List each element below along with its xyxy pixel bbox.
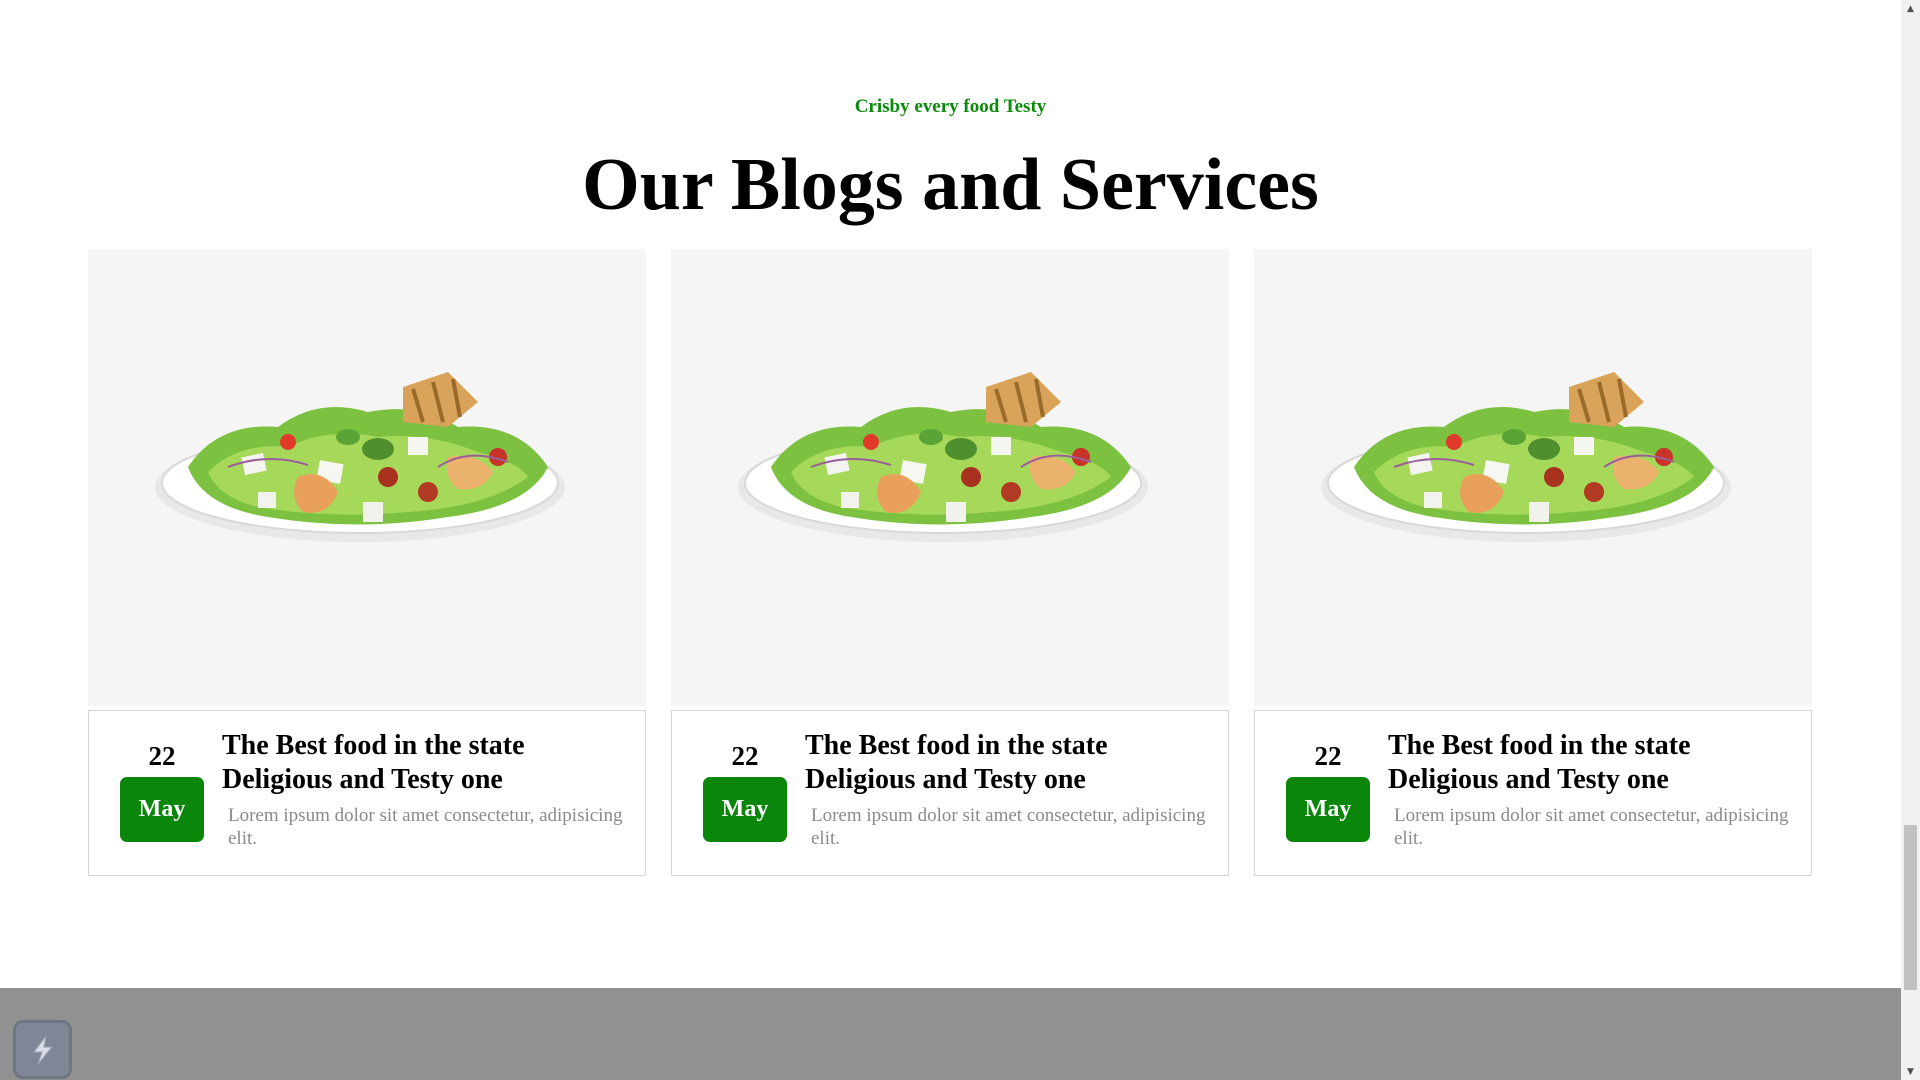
blog-cards: 22 May The Best food in the state Deligi… bbox=[88, 249, 1813, 876]
blog-card-title-line2: Deligious and Testy one bbox=[222, 764, 503, 795]
scroll-thumb[interactable] bbox=[1904, 825, 1917, 990]
blog-card-title-line2: Deligious and Testy one bbox=[805, 764, 1086, 795]
section-title: Our Blogs and Services bbox=[582, 144, 1319, 226]
blog-card-image[interactable] bbox=[88, 249, 646, 706]
floating-widget-button[interactable] bbox=[13, 1020, 72, 1079]
blog-card-title-line1: The Best food in the state bbox=[222, 730, 525, 761]
date-month-badge: May bbox=[703, 777, 787, 842]
blog-card-title[interactable]: The Best food in the state Deligious and… bbox=[222, 729, 622, 797]
blog-card-title-line2: Deligious and Testy one bbox=[1388, 764, 1669, 795]
blog-card-image[interactable] bbox=[671, 249, 1229, 706]
section-kicker: Crisby every food Testy bbox=[854, 96, 1047, 117]
blog-card-text: Lorem ipsum dolor sit amet consectetur, … bbox=[1394, 805, 1789, 849]
scrollbar[interactable]: ▲ ▼ bbox=[1901, 0, 1920, 1080]
date-day: 22 bbox=[731, 741, 759, 771]
blog-card-image[interactable] bbox=[1254, 249, 1812, 706]
date-month-badge: May bbox=[1286, 777, 1370, 842]
blog-card-text: Lorem ipsum dolor sit amet consectetur, … bbox=[811, 805, 1206, 849]
date-day: 22 bbox=[148, 741, 176, 771]
date-month-badge: May bbox=[120, 777, 204, 842]
blog-card-body: 22 May The Best food in the state Deligi… bbox=[88, 710, 646, 876]
lightning-bolt-icon bbox=[32, 1035, 53, 1064]
blog-card-title-line1: The Best food in the state bbox=[805, 730, 1108, 761]
footer-band bbox=[0, 988, 1901, 1080]
scroll-down-arrow-icon[interactable]: ▼ bbox=[1901, 1063, 1920, 1080]
salad-plate-image bbox=[738, 372, 1148, 542]
page: Crisby every food Testy Our Blogs and Se… bbox=[0, 0, 1901, 1080]
blog-card-title-line1: The Best food in the state bbox=[1388, 730, 1691, 761]
date-day: 22 bbox=[1314, 741, 1342, 771]
blog-card-title[interactable]: The Best food in the state Deligious and… bbox=[1388, 729, 1788, 797]
salad-plate-image bbox=[1321, 372, 1731, 542]
blog-card[interactable]: 22 May The Best food in the state Deligi… bbox=[1254, 249, 1812, 876]
blog-card-text: Lorem ipsum dolor sit amet consectetur, … bbox=[228, 805, 623, 849]
salad-plate-image bbox=[155, 372, 565, 542]
blog-card-body: 22 May The Best food in the state Deligi… bbox=[671, 710, 1229, 876]
blog-card[interactable]: 22 May The Best food in the state Deligi… bbox=[671, 249, 1229, 876]
scroll-up-arrow-icon[interactable]: ▲ bbox=[1901, 0, 1920, 17]
blog-card-body: 22 May The Best food in the state Deligi… bbox=[1254, 710, 1812, 876]
blog-card[interactable]: 22 May The Best food in the state Deligi… bbox=[88, 249, 646, 876]
blog-card-title[interactable]: The Best food in the state Deligious and… bbox=[805, 729, 1205, 797]
